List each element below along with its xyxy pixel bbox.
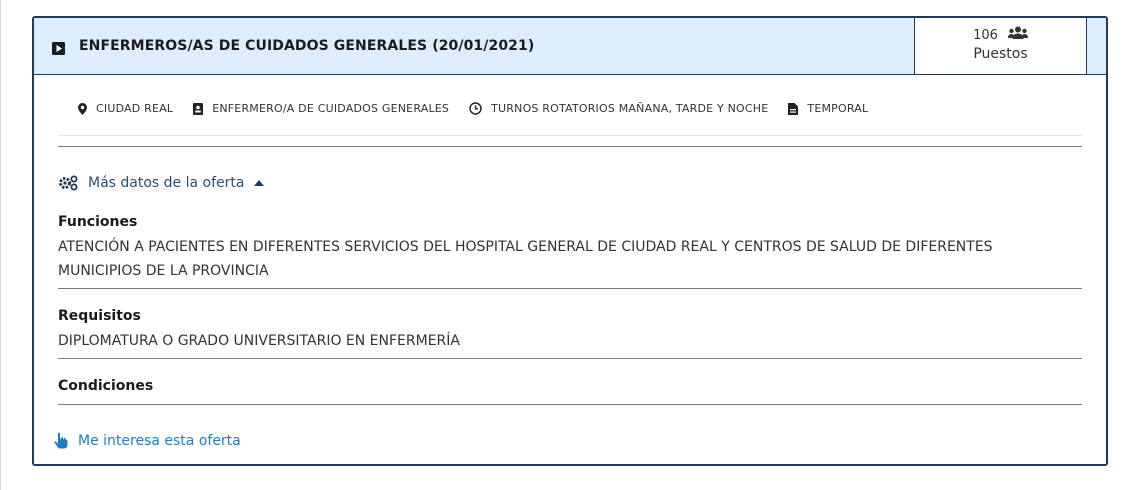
- posts-count: 106: [973, 27, 998, 43]
- tags-divider: [58, 135, 1082, 136]
- play-square-icon: [52, 40, 65, 55]
- tag-schedule: TURNOS ROTATORIOS MAÑANA, TARDE Y NOCHE: [469, 102, 768, 115]
- posts-label: Puestos: [973, 46, 1028, 62]
- section-text-requisitos: DIPLOMATURA O GRADO UNIVERSITARIO EN ENF…: [58, 333, 460, 349]
- section-divider: [58, 358, 1082, 359]
- section-divider: [58, 404, 1082, 405]
- header-divider: [58, 146, 1082, 147]
- section-title-requisitos: Requisitos: [58, 308, 141, 324]
- section-divider: [58, 288, 1082, 289]
- tag-label: TURNOS ROTATORIOS MAÑANA, TARDE Y NOCHE: [491, 102, 769, 115]
- tag-label: CIUDAD REAL: [96, 102, 174, 115]
- section-text-funciones: ATENCIÓN A PACIENTES EN DIFERENTES SERVI…: [58, 239, 993, 279]
- document-icon: [788, 102, 799, 115]
- map-marker-icon: [78, 102, 87, 115]
- offer-tags: CIUDAD REAL ENFERMERO/A DE CUIDADOS GENE…: [78, 102, 888, 115]
- page-left-border: [0, 0, 1, 490]
- clock-icon: [469, 102, 482, 115]
- tag-profession: ENFERMERO/A DE CUIDADOS GENERALES: [193, 102, 449, 115]
- offer-header[interactable]: ENFERMEROS/AS DE CUIDADOS GENERALES (20/…: [34, 18, 1106, 75]
- offer-title: ENFERMEROS/AS DE CUIDADOS GENERALES (20/…: [79, 38, 535, 54]
- gears-icon: [59, 175, 78, 191]
- interest-label: Me interesa esta oferta: [78, 432, 241, 449]
- tag-contract: TEMPORAL: [788, 102, 868, 115]
- more-data-toggle[interactable]: Más datos de la oferta: [58, 175, 265, 191]
- offer-title-group[interactable]: ENFERMEROS/AS DE CUIDADOS GENERALES (20/…: [52, 18, 534, 74]
- id-badge-icon: [193, 102, 204, 115]
- interest-link[interactable]: Me interesa esta oferta: [54, 432, 241, 449]
- users-icon: [1007, 26, 1028, 44]
- tag-location: CIUDAD REAL: [78, 102, 173, 115]
- tag-label: ENFERMERO/A DE CUIDADOS GENERALES: [212, 102, 450, 115]
- caret-up-icon: [254, 180, 265, 186]
- section-title-condiciones: Condiciones: [58, 378, 154, 394]
- job-offer-card: ENFERMEROS/AS DE CUIDADOS GENERALES (20/…: [32, 16, 1108, 466]
- section-title-funciones: Funciones: [58, 214, 138, 230]
- posts-count-box: 106 Puestos: [914, 18, 1087, 74]
- tag-label: TEMPORAL: [807, 102, 869, 115]
- hand-pointer-icon: [54, 432, 68, 449]
- more-data-label: Más datos de la oferta: [88, 175, 245, 191]
